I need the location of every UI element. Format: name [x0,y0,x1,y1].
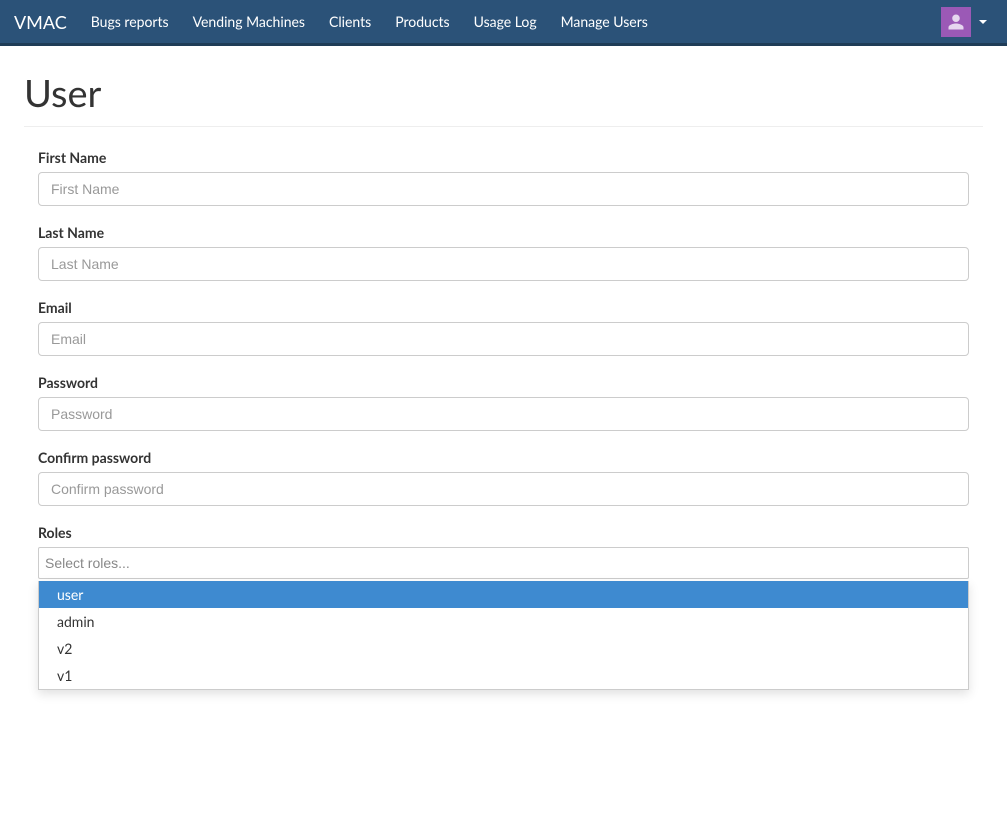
nav-manage-users[interactable]: Manage Users [549,0,660,45]
roles-input[interactable] [38,547,969,579]
password-group: Password [38,374,969,431]
roles-option-v2[interactable]: v2 [39,635,968,662]
roles-option-admin[interactable]: admin [39,608,968,635]
confirm-password-label: Confirm password [38,449,969,466]
email-input[interactable] [38,322,969,356]
last-name-input[interactable] [38,247,969,281]
roles-option-v1[interactable]: v1 [39,662,968,689]
first-name-group: First Name [38,149,969,206]
nav-usage-log[interactable]: Usage Log [462,0,549,45]
first-name-input[interactable] [38,172,969,206]
password-label: Password [38,374,969,391]
nav-products[interactable]: Products [383,0,461,45]
page-container: User First Name Last Name Email Password… [0,46,1007,579]
email-group: Email [38,299,969,356]
roles-label: Roles [38,524,969,541]
navbar-right [935,3,993,41]
nav-list: Bugs reports Vending Machines Clients Pr… [79,0,660,45]
avatar-icon [941,7,971,37]
roles-group: Roles user admin v2 v1 [38,524,969,579]
password-input[interactable] [38,397,969,431]
last-name-label: Last Name [38,224,969,241]
nav-vending-machines[interactable]: Vending Machines [181,0,317,45]
brand[interactable]: VMAC [14,11,79,33]
navbar: VMAC Bugs reports Vending Machines Clien… [0,0,1007,46]
page-title: User [24,70,983,127]
last-name-group: Last Name [38,224,969,281]
roles-select: user admin v2 v1 [38,547,969,579]
confirm-password-group: Confirm password [38,449,969,506]
user-menu-button[interactable] [935,3,993,41]
roles-dropdown: user admin v2 v1 [38,581,969,690]
confirm-password-input[interactable] [38,472,969,506]
chevron-down-icon [979,20,987,24]
nav-clients[interactable]: Clients [317,0,383,45]
nav-bugs-reports[interactable]: Bugs reports [79,0,181,45]
navbar-left: VMAC Bugs reports Vending Machines Clien… [14,0,660,45]
email-label: Email [38,299,969,316]
first-name-label: First Name [38,149,969,166]
roles-option-user[interactable]: user [39,581,968,608]
